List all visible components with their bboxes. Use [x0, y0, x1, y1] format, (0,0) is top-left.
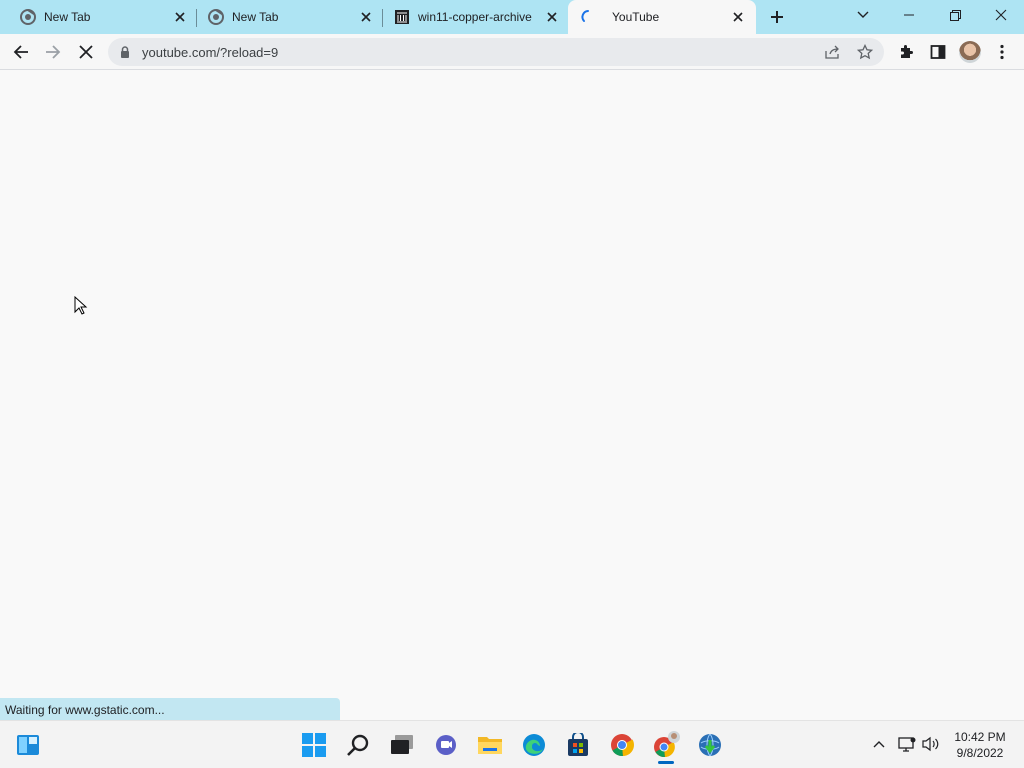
loading-spinner-icon [580, 9, 596, 25]
plus-icon [771, 11, 783, 23]
new-tab-button[interactable] [766, 6, 788, 28]
restore-button[interactable] [932, 0, 978, 30]
active-app-indicator [658, 761, 674, 764]
minimize-icon [904, 14, 914, 16]
url-text[interactable]: youtube.com/?reload=9 [142, 45, 278, 60]
chevron-up-icon[interactable] [868, 733, 890, 755]
widgets-icon[interactable] [12, 729, 44, 761]
forward-arrow-icon [46, 45, 61, 59]
close-tab-icon[interactable] [730, 9, 746, 25]
archive-building-icon [394, 9, 410, 25]
extensions-button[interactable] [892, 38, 920, 66]
browser-toolbar: youtube.com/?reload=9 [0, 34, 1024, 70]
chrome-profile-icon[interactable] [650, 729, 682, 761]
back-button[interactable] [7, 38, 35, 66]
idm-icon[interactable] [694, 729, 726, 761]
clock-time: 10:42 PM [954, 730, 1006, 744]
volume-icon[interactable] [920, 733, 942, 755]
close-tab-icon[interactable] [358, 9, 374, 25]
close-icon [995, 9, 1007, 21]
page-content [0, 71, 1024, 721]
chevron-down-icon [857, 11, 869, 18]
restore-icon [949, 9, 961, 21]
tab-new-tab-1[interactable]: New Tab [0, 0, 196, 34]
avatar[interactable] [959, 41, 981, 63]
file-explorer-icon[interactable] [474, 729, 506, 761]
search-icon[interactable] [342, 729, 374, 761]
store-icon[interactable] [562, 729, 594, 761]
side-panel-button[interactable] [924, 38, 952, 66]
stop-button[interactable] [72, 38, 100, 66]
lock-icon[interactable] [118, 45, 132, 59]
start-icon[interactable] [298, 729, 330, 761]
stop-icon [79, 45, 93, 59]
edge-icon[interactable] [518, 729, 550, 761]
tab-title: win11-copper-archive [418, 10, 532, 24]
tab-strip: New Tab New Tab win11-copper-archive You… [0, 0, 1024, 34]
star-icon [857, 44, 873, 60]
side-panel-icon [930, 45, 946, 59]
tab-archive[interactable]: win11-copper-archive [382, 0, 568, 34]
puzzle-icon [901, 45, 913, 58]
status-bubble: Waiting for www.gstatic.com... [0, 698, 340, 720]
network-icon[interactable] [896, 733, 918, 755]
mouse-cursor-icon [74, 296, 88, 315]
forward-button[interactable] [39, 38, 67, 66]
clock-date: 9/8/2022 [956, 746, 1004, 760]
chrome-icon [20, 9, 36, 25]
close-tab-icon[interactable] [544, 9, 560, 25]
close-tab-icon[interactable] [172, 9, 188, 25]
chrome-menu-button[interactable] [988, 38, 1016, 66]
address-bar[interactable]: youtube.com/?reload=9 [108, 38, 884, 66]
bookmark-button[interactable] [856, 43, 874, 61]
tab-new-tab-2[interactable]: New Tab [196, 0, 382, 34]
taskbar: 10:42 PM 9/8/2022 [0, 720, 1024, 768]
tab-youtube[interactable]: YouTube [568, 0, 756, 34]
chrome-icon[interactable] [606, 729, 638, 761]
chrome-icon [208, 9, 224, 25]
close-window-button[interactable] [978, 0, 1024, 30]
task-view-icon[interactable] [386, 729, 418, 761]
chat-icon[interactable] [430, 729, 462, 761]
share-button[interactable] [824, 43, 842, 61]
minimize-button[interactable] [886, 0, 932, 30]
back-arrow-icon [13, 45, 28, 59]
share-icon [825, 45, 839, 59]
tab-search-button[interactable] [840, 0, 886, 30]
clock[interactable]: 10:42 PM 9/8/2022 [944, 729, 1016, 761]
kebab-menu-icon [1000, 44, 1004, 60]
